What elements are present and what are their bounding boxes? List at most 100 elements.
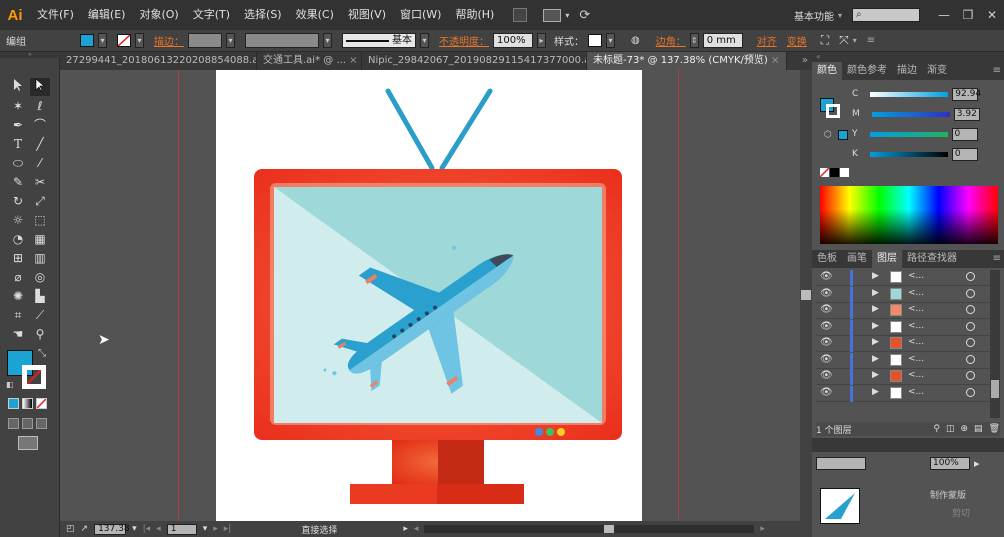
channel-value-input[interactable]: 0 bbox=[951, 127, 978, 141]
artboard[interactable] bbox=[216, 70, 642, 521]
artboard-icon[interactable]: ⌗ bbox=[8, 306, 28, 324]
opacity-label[interactable]: 不透明度： bbox=[439, 33, 489, 48]
tab-color-guide[interactable]: 颜色参考 bbox=[842, 62, 892, 80]
next-page-icon[interactable]: ▸ bbox=[213, 524, 218, 534]
pencil-icon[interactable]: ✎ bbox=[8, 173, 28, 191]
target-icon[interactable] bbox=[966, 338, 975, 347]
channel-value-input[interactable]: 0 bbox=[951, 147, 978, 161]
slider-c[interactable]: C 92.94 bbox=[852, 84, 1004, 104]
scale-icon[interactable]: ⤢ bbox=[30, 192, 50, 210]
help-search-input[interactable]: ⌕ bbox=[852, 8, 920, 22]
brush-dropdown[interactable]: ▾ bbox=[420, 33, 429, 48]
lasso-icon[interactable]: ℓ bbox=[30, 97, 50, 115]
layer-name[interactable]: <... bbox=[908, 304, 924, 314]
close-button[interactable]: ✕ bbox=[980, 8, 1004, 22]
transform-link[interactable]: 变换 bbox=[787, 33, 807, 48]
slider-track[interactable] bbox=[869, 131, 948, 137]
tab-brushes[interactable]: 画笔 bbox=[842, 250, 872, 268]
tab-stroke[interactable]: 描边 bbox=[892, 62, 922, 80]
target-icon[interactable] bbox=[966, 288, 975, 298]
layers-scrollbar[interactable] bbox=[990, 270, 1000, 418]
opacity-input[interactable]: 100% bbox=[493, 33, 533, 48]
type-icon[interactable]: T bbox=[8, 135, 28, 153]
mask-thumbnail[interactable] bbox=[820, 488, 860, 524]
slider-track[interactable] bbox=[869, 151, 948, 157]
target-icon[interactable] bbox=[966, 387, 975, 397]
menu-item[interactable]: 效果(C) bbox=[289, 0, 341, 30]
slider-track[interactable] bbox=[870, 91, 949, 97]
tab-color[interactable]: 颜色 bbox=[812, 62, 842, 80]
layer-row[interactable]: 👁 ▶ <... bbox=[816, 270, 994, 286]
stroke-weight-dropdown[interactable]: ▾ bbox=[226, 33, 235, 48]
menu-item[interactable]: 文字(T) bbox=[186, 0, 237, 30]
doc-tab[interactable]: 交通工具.ai* @ ... × bbox=[257, 52, 362, 70]
symbol-sprayer-icon[interactable]: ✺ bbox=[8, 287, 28, 305]
corner-radius-input[interactable]: 0 mm bbox=[702, 33, 743, 48]
menu-item[interactable]: 选择(S) bbox=[237, 0, 289, 30]
tab-gradient[interactable]: 渐变 bbox=[922, 62, 952, 80]
variable-width-profile[interactable] bbox=[245, 33, 319, 48]
target-icon[interactable] bbox=[966, 371, 975, 380]
layer-row[interactable]: 👁 ▶ <... bbox=[816, 319, 994, 336]
arrange-documents-icon[interactable] bbox=[543, 8, 562, 22]
first-page-icon[interactable]: |◂ bbox=[143, 524, 151, 534]
scroll-left-icon[interactable]: ◂ bbox=[414, 524, 419, 534]
expand-arrow-icon[interactable]: ▶ bbox=[872, 304, 879, 314]
zoom-input[interactable]: 137.38 bbox=[94, 523, 130, 535]
panel-menu-icon[interactable]: ≡ bbox=[962, 250, 1004, 268]
layer-name[interactable]: <... bbox=[908, 271, 924, 281]
layer-name[interactable]: <... bbox=[908, 337, 924, 347]
target-icon[interactable] bbox=[966, 354, 975, 364]
canvas-scrollbar-h[interactable] bbox=[424, 525, 755, 533]
export-icon[interactable]: ↗ bbox=[81, 524, 89, 534]
artboard-nav-icon[interactable]: ◰ bbox=[66, 524, 75, 534]
layer-row[interactable]: 👁 ▶ <... bbox=[816, 303, 994, 319]
slider-track[interactable] bbox=[871, 111, 950, 117]
chevron-down-icon[interactable]: ▾ bbox=[853, 36, 857, 45]
perspective-grid-icon[interactable]: ▦ bbox=[30, 230, 50, 248]
layer-row[interactable]: 👁 ▶ <... bbox=[816, 336, 994, 352]
direct-selection-icon[interactable] bbox=[30, 78, 50, 96]
minimize-button[interactable]: — bbox=[932, 8, 956, 22]
mesh-icon[interactable]: ⊞ bbox=[8, 249, 28, 267]
new-sublayer-icon[interactable]: ⊕ bbox=[961, 424, 969, 434]
transform-each-icon[interactable]: ⤧ bbox=[839, 33, 849, 48]
magic-wand-icon[interactable]: ✶ bbox=[8, 97, 28, 115]
doc-tab[interactable]: 27299441_20180613220208854088.ai* × bbox=[60, 52, 257, 70]
slice-icon[interactable]: ⟋ bbox=[30, 306, 50, 324]
scroll-thumb[interactable] bbox=[991, 380, 999, 398]
chevron-down-icon[interactable]: ▾ bbox=[203, 524, 208, 534]
color-mode-icon[interactable] bbox=[8, 398, 19, 409]
chevron-down-icon[interactable]: ▾ bbox=[132, 524, 137, 534]
target-icon[interactable] bbox=[966, 305, 975, 314]
blend-icon[interactable]: ◎ bbox=[30, 268, 50, 286]
close-icon[interactable]: × bbox=[349, 55, 357, 66]
eye-icon[interactable]: 👁 bbox=[820, 321, 833, 332]
expand-arrow-icon[interactable]: ▶ bbox=[872, 288, 879, 298]
stroke-label[interactable]: 描边： bbox=[154, 33, 184, 48]
out-of-gamut-icon[interactable]: ⬡ bbox=[824, 130, 832, 140]
eye-icon[interactable]: 👁 bbox=[820, 370, 833, 381]
selection-icon[interactable] bbox=[8, 78, 28, 96]
shape-builder-icon[interactable]: ◔ bbox=[8, 230, 28, 248]
eye-icon[interactable]: 👁 bbox=[820, 354, 833, 365]
corner-stepper[interactable]: ⇕ bbox=[689, 33, 699, 48]
target-icon[interactable] bbox=[966, 272, 975, 281]
panel-menu-icon[interactable]: ≡ bbox=[952, 62, 1004, 80]
opacity-dropdown[interactable]: ▸ bbox=[537, 33, 546, 48]
slider-y[interactable]: Y 0 bbox=[852, 124, 1004, 144]
free-transform-icon[interactable]: ⬚ bbox=[30, 211, 50, 229]
menu-item[interactable]: 视图(V) bbox=[341, 0, 393, 30]
hand-icon[interactable]: ☚ bbox=[8, 325, 28, 343]
black-swatch[interactable] bbox=[830, 168, 839, 177]
channel-value-input[interactable]: 3.92 bbox=[953, 107, 980, 121]
canvas-scrollbar-v[interactable] bbox=[800, 70, 812, 521]
tv-illustration[interactable] bbox=[216, 70, 642, 521]
clip-checkbox-label[interactable]: 剪切 bbox=[952, 506, 970, 519]
zoom-icon[interactable]: ⚲ bbox=[30, 325, 50, 343]
ellipse-icon[interactable]: ⬭ bbox=[8, 154, 28, 172]
none-mode-icon[interactable] bbox=[36, 398, 47, 409]
stroke-swatch[interactable] bbox=[117, 34, 131, 47]
menu-item[interactable]: 编辑(E) bbox=[81, 0, 133, 30]
gradient-icon[interactable]: ▥ bbox=[30, 249, 50, 267]
